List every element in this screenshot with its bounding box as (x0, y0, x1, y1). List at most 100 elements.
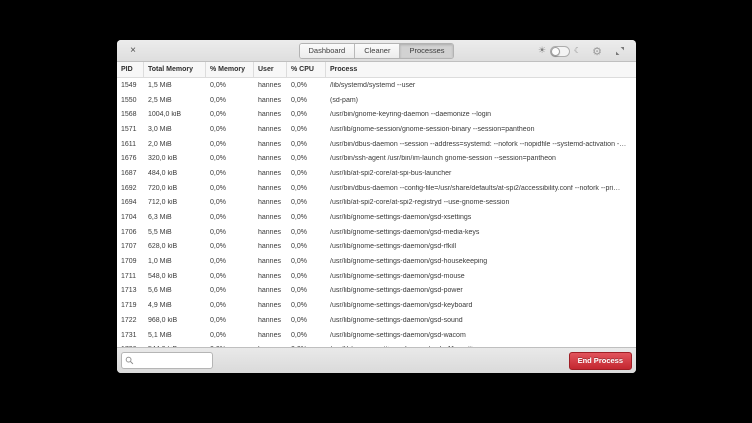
cell-percent-memory: 0,0% (206, 302, 254, 309)
cell-percent-cpu: 0,0% (287, 273, 326, 280)
process-row[interactable]: 1719 4,9 MiB 0,0% hannes 0,0% /usr/lib/g… (117, 298, 636, 313)
cell-percent-cpu: 0,0% (287, 111, 326, 118)
process-row[interactable]: 1711 548,0 kiB 0,0% hannes 0,0% /usr/lib… (117, 269, 636, 284)
gear-icon[interactable]: ⚙ (592, 46, 602, 57)
cell-pid: 1568 (117, 111, 144, 118)
process-row[interactable]: 1611 2,0 MiB 0,0% hannes 0,0% /usr/bin/d… (117, 137, 636, 152)
process-row[interactable]: 1694 712,0 kiB 0,0% hannes 0,0% /usr/lib… (117, 196, 636, 211)
cell-total-memory: 4,9 MiB (144, 302, 206, 309)
cell-percent-cpu: 0,0% (287, 258, 326, 265)
cell-total-memory: 484,0 kiB (144, 170, 206, 177)
cell-process: /usr/lib/gnome-settings-daemon/gsd-rfkil… (326, 243, 636, 250)
column-header-total-memory[interactable]: Total Memory (144, 62, 206, 78)
cell-percent-cpu: 0,0% (287, 199, 326, 206)
cell-percent-cpu: 0,0% (287, 287, 326, 294)
process-row[interactable]: 1707 628,0 kiB 0,0% hannes 0,0% /usr/lib… (117, 240, 636, 255)
cell-process: /usr/lib/gnome-settings-daemon/gsd-house… (326, 258, 636, 265)
cell-pid: 1709 (117, 258, 144, 265)
close-button[interactable]: × (126, 44, 140, 58)
cell-percent-memory: 0,0% (206, 258, 254, 265)
cell-percent-memory: 0,0% (206, 111, 254, 118)
cell-percent-cpu: 0,0% (287, 141, 326, 148)
cell-process: (sd-pam) (326, 97, 636, 104)
process-row[interactable]: 1731 5,1 MiB 0,0% hannes 0,0% /usr/lib/g… (117, 328, 636, 343)
cell-total-memory: 628,0 kiB (144, 243, 206, 250)
process-row[interactable]: 1704 6,3 MiB 0,0% hannes 0,0% /usr/lib/g… (117, 210, 636, 225)
cell-percent-cpu: 0,0% (287, 82, 326, 89)
cell-process: /usr/lib/gnome-settings-daemon/gsd-xsett… (326, 214, 636, 221)
process-row[interactable]: 1687 484,0 kiB 0,0% hannes 0,0% /usr/lib… (117, 166, 636, 181)
cell-total-memory: 1004,0 kiB (144, 111, 206, 118)
cell-percent-cpu: 0,0% (287, 229, 326, 236)
end-process-button[interactable]: End Process (569, 352, 632, 370)
cell-process: /usr/bin/dbus-daemon --config-file=/usr/… (326, 185, 636, 192)
cell-user: hannes (254, 229, 287, 236)
cell-process: /usr/lib/gnome-settings-daemon/gsd-media… (326, 229, 636, 236)
column-header-pid[interactable]: PID (117, 62, 144, 78)
cell-pid: 1687 (117, 170, 144, 177)
process-row[interactable]: 1706 5,5 MiB 0,0% hannes 0,0% /usr/lib/g… (117, 225, 636, 240)
light-mode-sun-icon: ☀ (538, 47, 546, 56)
cell-pid: 1692 (117, 185, 144, 192)
cell-total-memory: 1,5 MiB (144, 82, 206, 89)
cell-percent-memory: 0,0% (206, 317, 254, 324)
cell-user: hannes (254, 317, 287, 324)
cell-process: /usr/lib/gnome-settings-daemon/gsd-sound (326, 317, 636, 324)
cell-percent-memory: 0,0% (206, 141, 254, 148)
cell-pid: 1704 (117, 214, 144, 221)
cell-process: /usr/lib/at-spi2-core/at-spi2-registryd … (326, 199, 636, 206)
process-row[interactable]: 1713 5,6 MiB 0,0% hannes 0,0% /usr/lib/g… (117, 284, 636, 299)
cell-percent-memory: 0,0% (206, 126, 254, 133)
tab-cleaner[interactable]: Cleaner (355, 44, 400, 58)
dark-mode-switch[interactable] (550, 46, 570, 57)
cell-percent-cpu: 0,0% (287, 317, 326, 324)
process-row[interactable]: 1571 3,0 MiB 0,0% hannes 0,0% /usr/lib/g… (117, 122, 636, 137)
cell-total-memory: 320,0 kiB (144, 155, 206, 162)
table-header: PID Total Memory % Memory User % CPU Pro… (117, 62, 636, 78)
process-row[interactable]: 1722 968,0 kiB 0,0% hannes 0,0% /usr/lib… (117, 313, 636, 328)
column-header-percent-memory[interactable]: % Memory (206, 62, 254, 78)
cell-percent-memory: 0,0% (206, 273, 254, 280)
cell-percent-cpu: 0,0% (287, 170, 326, 177)
cell-process: /usr/bin/ssh-agent /usr/bin/im-launch gn… (326, 155, 636, 162)
cell-pid: 1549 (117, 82, 144, 89)
desktop-background: × Dashboard Cleaner Processes ☀ ☾ ⚙ (0, 0, 752, 423)
cell-user: hannes (254, 243, 287, 250)
search-input[interactable] (136, 357, 209, 364)
cell-pid: 1611 (117, 141, 144, 148)
process-row[interactable]: 1549 1,5 MiB 0,0% hannes 0,0% /lib/syste… (117, 78, 636, 93)
cell-user: hannes (254, 155, 287, 162)
search-field[interactable] (121, 352, 213, 369)
cell-pid: 1550 (117, 97, 144, 104)
cell-total-memory: 548,0 kiB (144, 273, 206, 280)
cell-process: /usr/lib/gnome-settings-daemon/gsd-mouse (326, 273, 636, 280)
cell-percent-memory: 0,0% (206, 185, 254, 192)
column-header-process[interactable]: Process (326, 62, 636, 78)
cell-user: hannes (254, 287, 287, 294)
process-row[interactable]: 1676 320,0 kiB 0,0% hannes 0,0% /usr/bin… (117, 151, 636, 166)
fullscreen-expand-icon[interactable] (615, 46, 625, 56)
cell-process: /usr/bin/dbus-daemon --session --address… (326, 141, 636, 148)
cell-user: hannes (254, 199, 287, 206)
cell-process: /usr/lib/gnome-session/gnome-session-bin… (326, 126, 636, 133)
cell-user: hannes (254, 332, 287, 339)
cell-user: hannes (254, 111, 287, 118)
cell-total-memory: 5,5 MiB (144, 229, 206, 236)
cell-user: hannes (254, 214, 287, 221)
cell-total-memory: 2,5 MiB (144, 97, 206, 104)
process-row[interactable]: 1550 2,5 MiB 0,0% hannes 0,0% (sd-pam) (117, 93, 636, 108)
cell-percent-memory: 0,0% (206, 170, 254, 177)
cell-percent-memory: 0,0% (206, 243, 254, 250)
cell-total-memory: 968,0 kiB (144, 317, 206, 324)
cell-percent-memory: 0,0% (206, 82, 254, 89)
process-row[interactable]: 1568 1004,0 kiB 0,0% hannes 0,0% /usr/bi… (117, 107, 636, 122)
tab-dashboard[interactable]: Dashboard (300, 44, 356, 58)
process-row[interactable]: 1709 1,0 MiB 0,0% hannes 0,0% /usr/lib/g… (117, 254, 636, 269)
cell-pid: 1707 (117, 243, 144, 250)
cell-percent-memory: 0,0% (206, 199, 254, 206)
column-header-percent-cpu[interactable]: % CPU (287, 62, 326, 78)
column-header-user[interactable]: User (254, 62, 287, 78)
process-row[interactable]: 1692 720,0 kiB 0,0% hannes 0,0% /usr/bin… (117, 181, 636, 196)
tab-processes[interactable]: Processes (400, 44, 453, 58)
cell-pid: 1571 (117, 126, 144, 133)
